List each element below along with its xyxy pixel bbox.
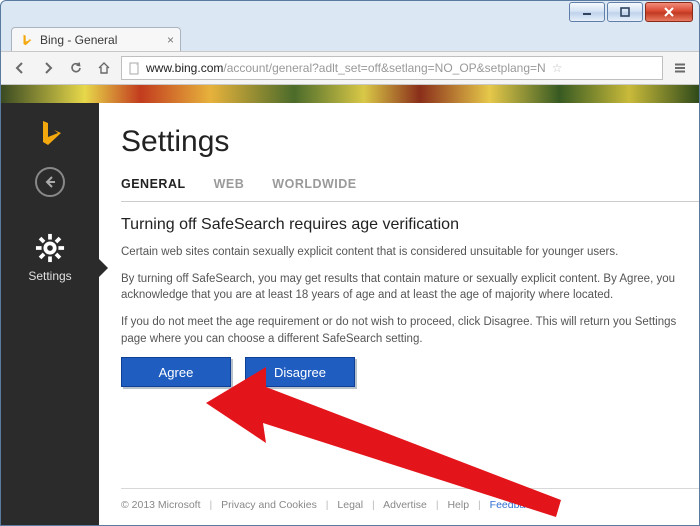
home-button[interactable]	[93, 57, 115, 79]
agree-button[interactable]: Agree	[121, 357, 231, 387]
footer-copyright: © 2013 Microsoft	[121, 499, 201, 511]
tab-web[interactable]: WEB	[214, 177, 245, 191]
page-title: Settings	[121, 125, 699, 159]
settings-sidebar: Settings	[1, 103, 99, 525]
arrow-left-circle-icon	[43, 175, 57, 189]
hamburger-icon	[673, 61, 687, 75]
tab-general[interactable]: GENERAL	[121, 177, 186, 191]
reload-button[interactable]	[65, 57, 87, 79]
maximize-button[interactable]	[607, 2, 643, 22]
url-host: www.bing.com	[146, 61, 223, 75]
browser-tab[interactable]: Bing - General ×	[11, 27, 181, 51]
address-bar[interactable]: www.bing.com/account/general?adlt_set=of…	[121, 56, 663, 80]
gear-icon	[35, 233, 65, 263]
page-viewport: Settings Settings GENERAL WEB WORLDWIDE …	[1, 85, 699, 525]
sidebar-item-settings[interactable]: Settings	[28, 269, 71, 283]
safesearch-heading: Turning off SafeSearch requires age veri…	[121, 216, 699, 234]
tab-close-icon[interactable]: ×	[167, 33, 174, 47]
disagree-button[interactable]: Disagree	[245, 357, 355, 387]
url-path: /account/general?adlt_set=off&setlang=NO…	[223, 61, 545, 75]
footer-feedback-link[interactable]: Feedback	[490, 499, 536, 511]
maximize-icon	[620, 7, 630, 17]
nav-forward-button[interactable]	[37, 57, 59, 79]
settings-content: Settings GENERAL WEB WORLDWIDE Turning o…	[99, 103, 699, 525]
settings-tabs: GENERAL WEB WORLDWIDE	[121, 177, 699, 191]
safesearch-p1: Certain web sites contain sexually expli…	[121, 244, 699, 261]
footer-advertise-link[interactable]: Advertise	[383, 499, 427, 511]
minimize-button[interactable]	[569, 2, 605, 22]
sidebar-back-button[interactable]	[35, 167, 65, 197]
button-row: Agree Disagree	[121, 357, 699, 387]
reload-icon	[69, 61, 83, 75]
chrome-menu-button[interactable]	[669, 57, 691, 79]
page-icon	[128, 62, 141, 75]
browser-toolbar: www.bing.com/account/general?adlt_set=of…	[1, 51, 699, 85]
close-button[interactable]	[645, 2, 693, 22]
footer-legal-link[interactable]: Legal	[337, 499, 363, 511]
page-body: Settings Settings GENERAL WEB WORLDWIDE …	[1, 103, 699, 525]
divider	[121, 201, 699, 202]
bookmark-star-icon[interactable]: ☆	[552, 61, 563, 75]
nav-back-button[interactable]	[9, 57, 31, 79]
footer-privacy-link[interactable]: Privacy and Cookies	[221, 499, 317, 511]
browser-tab-title: Bing - General	[40, 33, 117, 47]
tab-worldwide[interactable]: WORLDWIDE	[272, 177, 356, 191]
page-footer: © 2013 Microsoft | Privacy and Cookies |…	[121, 488, 699, 511]
safesearch-p3: If you do not meet the age requirement o…	[121, 314, 699, 347]
browser-tabstrip: Bing - General ×	[1, 25, 699, 51]
arrow-left-icon	[13, 61, 27, 75]
window-frame: Bing - General × www.bing.com/account/ge…	[0, 0, 700, 526]
titlebar	[1, 1, 699, 25]
arrow-right-icon	[41, 61, 55, 75]
bing-logo-icon	[34, 117, 66, 149]
home-icon	[97, 61, 111, 75]
close-icon	[664, 7, 674, 17]
minimize-icon	[582, 7, 592, 17]
hero-image-strip	[1, 85, 699, 103]
footer-help-link[interactable]: Help	[447, 499, 469, 511]
safesearch-p2: By turning off SafeSearch, you may get r…	[121, 271, 699, 304]
favicon-bing-icon	[20, 33, 34, 47]
